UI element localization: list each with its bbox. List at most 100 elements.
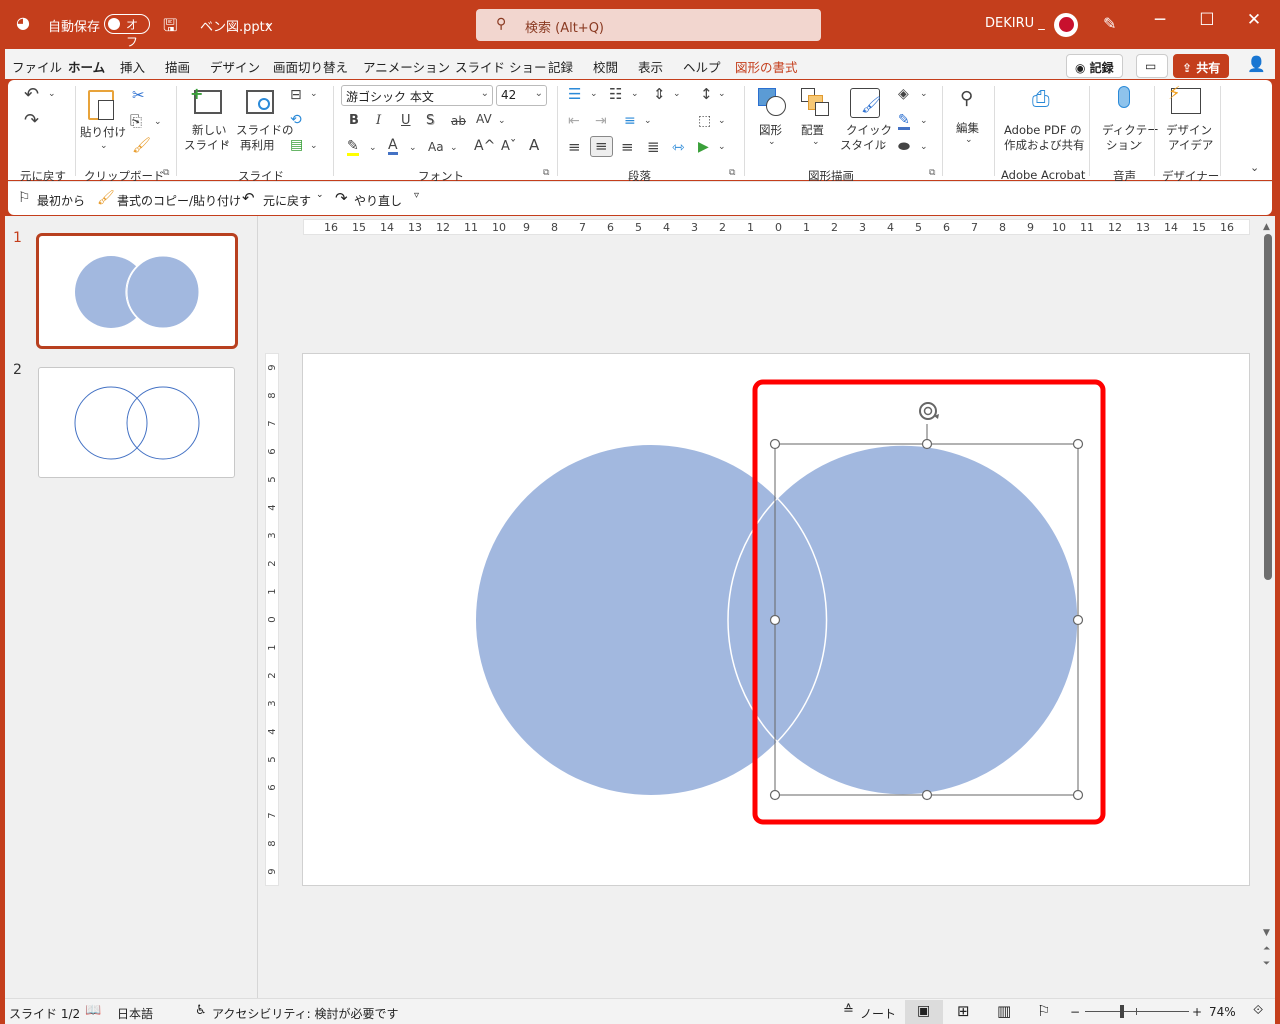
editing-search-icon[interactable]: ⚲ bbox=[960, 90, 973, 108]
from-beginning-icon[interactable]: ⚐ bbox=[18, 190, 31, 206]
reading-view-icon[interactable]: ▥ bbox=[997, 1002, 1011, 1020]
slideshow-icon[interactable]: ⚐ bbox=[1037, 1002, 1050, 1020]
align-text-icon[interactable]: ⬚ bbox=[698, 114, 711, 128]
chevron-down-icon[interactable]: ⌄ bbox=[100, 142, 108, 151]
save-icon[interactable]: 🖫 bbox=[163, 13, 177, 42]
next-slide-icon[interactable]: ⏷ bbox=[1263, 959, 1270, 969]
zoom-percentage[interactable]: 74% bbox=[1209, 1005, 1236, 1019]
normal-view-button[interactable]: ▣ bbox=[905, 1000, 943, 1024]
font-color-icon[interactable]: A bbox=[388, 138, 398, 155]
chevron-down-icon[interactable]: ⌄ bbox=[673, 90, 681, 99]
chevron-down-icon[interactable]: ⌄ bbox=[48, 90, 56, 99]
slide-thumbnail-1[interactable] bbox=[36, 233, 238, 349]
dialog-launcher-icon[interactable]: ⧉ bbox=[163, 168, 169, 178]
undo-icon[interactable]: ↶ bbox=[24, 86, 39, 104]
resize-handle-e[interactable] bbox=[1072, 614, 1084, 626]
fit-to-window-icon[interactable]: ⟐ bbox=[1253, 1003, 1263, 1018]
tab-record[interactable]: 記録 bbox=[548, 57, 573, 76]
design-ideas-icon[interactable]: ⚡ bbox=[1168, 83, 1201, 114]
zoom-in-button[interactable]: + bbox=[1192, 1005, 1202, 1019]
font-size-combo[interactable]: 42 ⌄ bbox=[496, 85, 547, 106]
editing-button[interactable]: 編集 bbox=[956, 120, 979, 136]
align-center-icon[interactable]: ≡ bbox=[590, 136, 613, 157]
chevron-down-icon[interactable]: ⌄ bbox=[310, 90, 318, 99]
format-painter-icon[interactable]: 🖌 bbox=[132, 138, 151, 153]
arrange-button[interactable]: 配置 bbox=[801, 122, 824, 138]
redo-button[interactable]: やり直し bbox=[354, 192, 402, 209]
accessibility-status[interactable]: アクセシビリティ: 検討が必要です bbox=[212, 1005, 399, 1022]
tab-slideshow[interactable]: スライド ショー bbox=[455, 57, 546, 76]
zoom-slider-thumb[interactable] bbox=[1119, 1005, 1124, 1018]
chevron-down-icon[interactable]: ⌄ bbox=[1136, 138, 1144, 147]
design-ideas-label-1[interactable]: デザイン bbox=[1166, 122, 1212, 138]
scroll-up-icon[interactable]: ▲ bbox=[1263, 222, 1270, 232]
resize-handle-se[interactable] bbox=[1072, 789, 1084, 801]
undo-icon[interactable]: ↶ bbox=[242, 189, 255, 207]
chevron-down-icon[interactable]: ⌄ bbox=[450, 144, 458, 153]
chevron-down-icon[interactable]: ⌄ bbox=[812, 138, 820, 147]
notes-button[interactable]: ノート bbox=[860, 1005, 896, 1022]
redo-icon[interactable]: ↷ bbox=[24, 112, 39, 130]
bullets-icon[interactable]: ☰ bbox=[568, 87, 581, 102]
resize-handle-n[interactable] bbox=[921, 438, 933, 450]
resize-handle-sw[interactable] bbox=[769, 789, 781, 801]
adobe-pdf-icon[interactable]: ⎙ bbox=[1032, 89, 1050, 111]
adobe-pdf-label-2[interactable]: 作成および共有 bbox=[1004, 137, 1085, 153]
underline-button[interactable]: U bbox=[401, 114, 411, 127]
tab-view[interactable]: 表示 bbox=[638, 57, 663, 76]
tab-insert[interactable]: 挿入 bbox=[120, 57, 145, 76]
decrease-indent-icon[interactable]: ⇤ bbox=[568, 114, 580, 128]
scroll-down-icon[interactable]: ▼ bbox=[1263, 928, 1270, 938]
language-indicator[interactable]: 日本語 bbox=[117, 1005, 153, 1022]
chevron-down-icon[interactable]: ⌄ bbox=[920, 143, 928, 152]
new-slide-icon[interactable]: + bbox=[190, 84, 222, 114]
reset-icon[interactable]: ⟲ bbox=[290, 113, 302, 127]
resize-handle-w[interactable] bbox=[769, 614, 781, 626]
avatar[interactable] bbox=[1054, 13, 1078, 37]
dialog-launcher-icon[interactable]: ⧉ bbox=[543, 168, 549, 178]
bold-button[interactable]: B bbox=[349, 114, 359, 127]
from-beginning-button[interactable]: 最初から bbox=[37, 192, 85, 209]
chevron-down-icon[interactable]: ⌄ bbox=[920, 90, 928, 99]
resize-handle-s[interactable] bbox=[921, 789, 933, 801]
increase-indent-icon[interactable]: ⇥ bbox=[595, 114, 607, 128]
slide-sorter-icon[interactable]: ⊞ bbox=[957, 1002, 970, 1020]
undo-button[interactable]: 元に戻す bbox=[263, 192, 311, 209]
collapse-ribbon-icon[interactable]: ⌄ bbox=[1250, 162, 1259, 173]
comments-button[interactable]: ▭ bbox=[1136, 54, 1168, 78]
chevron-down-icon[interactable]: ⌄ bbox=[498, 117, 506, 126]
numbering-icon[interactable]: ☷ bbox=[609, 87, 622, 102]
chevron-down-icon[interactable]: ⌄ bbox=[154, 118, 162, 127]
minimize-icon[interactable]: ─ bbox=[1140, 10, 1180, 30]
section-icon[interactable]: ▤ bbox=[290, 138, 303, 152]
chevron-down-icon[interactable]: ⌄ bbox=[718, 90, 726, 99]
distributed-icon[interactable]: ⇿ bbox=[672, 140, 685, 155]
customize-qat-icon[interactable]: ▿ bbox=[414, 190, 419, 201]
slide-thumbnail-2[interactable] bbox=[38, 367, 235, 478]
accessibility-icon[interactable]: ♿ bbox=[195, 1003, 207, 1018]
chevron-down-icon[interactable]: ⌄ bbox=[880, 138, 888, 147]
shape-fill-icon[interactable]: ◈ bbox=[898, 87, 909, 101]
font-name-combo[interactable]: 游ゴシック 本文 ⌄ bbox=[341, 85, 493, 106]
chevron-down-icon[interactable]: ⌄ bbox=[768, 138, 776, 147]
resize-handle-nw[interactable] bbox=[769, 438, 781, 450]
powerpoint-icon[interactable]: ◕ bbox=[16, 13, 30, 32]
record-button[interactable]: ◉ 記録 bbox=[1066, 54, 1123, 78]
align-left-icon[interactable]: ≡ bbox=[568, 140, 581, 155]
shrink-font-button[interactable]: Aˇ bbox=[501, 140, 516, 153]
arrange-icon[interactable] bbox=[801, 88, 831, 118]
chevron-down-icon[interactable]: ⌄ bbox=[590, 90, 598, 99]
format-painter-icon[interactable]: 🖌 bbox=[97, 190, 115, 206]
chevron-down-icon[interactable]: ⌄ bbox=[920, 117, 928, 126]
autosave-toggle[interactable]: オフ bbox=[104, 14, 150, 49]
italic-button[interactable]: I bbox=[376, 114, 381, 127]
rotate-handle-icon[interactable] bbox=[919, 402, 939, 420]
new-slide-label-1[interactable]: 新しい bbox=[192, 122, 227, 138]
tab-file[interactable]: ファイル bbox=[12, 57, 62, 76]
highlight-icon[interactable]: ✎ bbox=[347, 139, 359, 156]
clear-formatting-button[interactable]: A bbox=[529, 138, 539, 153]
microphone-icon[interactable] bbox=[1118, 86, 1130, 108]
change-case-button[interactable]: Aa bbox=[428, 141, 444, 153]
reuse-slides-label-1[interactable]: スライドの bbox=[236, 122, 294, 138]
vertical-scrollbar[interactable]: ▲ ▼ ⏶ ⏷ bbox=[1262, 222, 1274, 996]
